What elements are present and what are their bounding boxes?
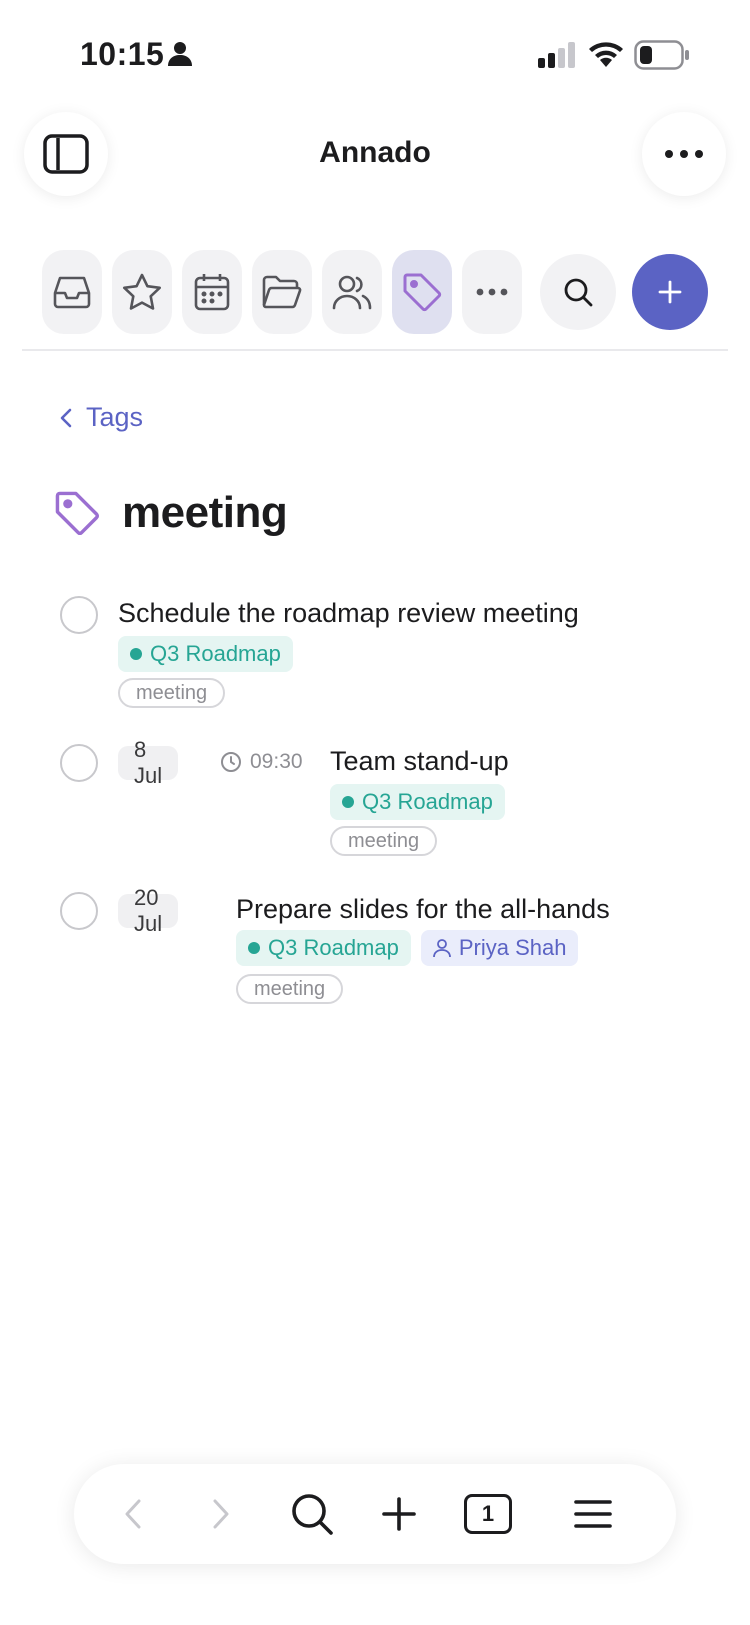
project-dot <box>130 648 142 660</box>
back-link-label: Tags <box>86 402 144 432</box>
hamburger-menu-icon <box>574 1500 612 1528</box>
project-dot <box>248 942 260 954</box>
clock-icon <box>221 752 241 772</box>
search-button[interactable] <box>540 254 616 330</box>
assignee-name: Priya Shah <box>458 935 567 960</box>
toolbar-more-button[interactable] <box>462 250 522 334</box>
tag-chip[interactable]: meeting <box>330 826 438 856</box>
folder-icon <box>262 275 302 309</box>
more-options-button[interactable] <box>642 112 726 196</box>
project-name: Q3 Roadmap <box>268 935 399 960</box>
people-icon <box>332 275 372 310</box>
cellular-signal-icon <box>538 42 575 68</box>
plus-icon <box>382 1497 416 1531</box>
toolbar-inbox-button[interactable] <box>42 250 102 334</box>
toolbar-favorites-button[interactable] <box>112 250 172 334</box>
person-icon <box>168 42 192 66</box>
browser-toolbar: 1 <box>74 1464 676 1564</box>
chevron-left-icon <box>125 1499 141 1529</box>
due-date-badge: 20 Jul <box>118 885 179 936</box>
project-chip[interactable]: Q3 Roadmap <box>330 784 505 820</box>
toolbar-divider <box>22 349 728 351</box>
chevron-right-icon <box>213 1499 229 1529</box>
task-checkbox[interactable] <box>60 892 98 930</box>
task-checkbox[interactable] <box>60 744 98 782</box>
chevron-left-icon <box>60 408 72 427</box>
browser-forward-button[interactable] <box>196 1464 246 1564</box>
due-date-badge: 8 Jul <box>118 737 179 788</box>
star-icon <box>123 273 161 310</box>
toolbar-people-button[interactable] <box>322 250 382 334</box>
task-title[interactable]: Schedule the roadmap review meeting <box>118 598 579 629</box>
task-checkbox[interactable] <box>60 596 98 634</box>
person-icon <box>432 939 451 958</box>
page-header: meeting <box>54 488 288 538</box>
project-name: Q3 Roadmap <box>150 641 281 666</box>
toolbar-projects-button[interactable] <box>252 250 312 334</box>
time-value: 09:30 <box>250 750 303 773</box>
browser-tabs-button[interactable]: 1 <box>460 1464 516 1564</box>
browser-search-button[interactable] <box>284 1464 340 1564</box>
tag-icon <box>55 491 100 536</box>
back-to-tags-link[interactable]: Tags <box>60 402 143 433</box>
ellipsis-icon <box>476 288 508 296</box>
project-dot <box>342 796 354 808</box>
inbox-icon <box>53 276 91 309</box>
tag-chip[interactable]: meeting <box>236 974 344 1004</box>
tag-chip[interactable]: meeting <box>118 678 226 708</box>
tab-count: 1 <box>464 1494 512 1534</box>
battery-icon <box>634 40 689 70</box>
browser-new-tab-button[interactable] <box>374 1464 424 1564</box>
search-icon <box>564 278 593 307</box>
search-icon <box>292 1494 333 1535</box>
status-bar: 10:15 <box>0 0 750 110</box>
browser-menu-button[interactable] <box>568 1464 618 1564</box>
toolbar-calendar-button[interactable] <box>182 250 242 334</box>
ellipsis-icon <box>665 150 703 158</box>
add-task-button[interactable] <box>632 254 708 330</box>
wifi-icon <box>589 42 623 67</box>
plus-icon <box>658 280 682 304</box>
calendar-icon <box>194 274 230 311</box>
project-name: Q3 Roadmap <box>362 789 493 814</box>
time-label: 09:30 <box>220 750 303 774</box>
page-title: meeting <box>122 488 288 537</box>
task-title[interactable]: Prepare slides for the all-hands <box>236 894 610 925</box>
status-time: 10:15 <box>80 36 165 72</box>
browser-back-button[interactable] <box>108 1464 158 1564</box>
app-title: Annado <box>319 136 431 169</box>
project-chip[interactable]: Q3 Roadmap <box>236 930 411 966</box>
task-title[interactable]: Team stand-up <box>330 746 509 777</box>
tag-icon <box>403 273 442 312</box>
assignee-chip[interactable]: Priya Shah <box>420 930 579 966</box>
toolbar-tags-button[interactable] <box>392 250 452 334</box>
project-chip[interactable]: Q3 Roadmap <box>118 636 293 672</box>
